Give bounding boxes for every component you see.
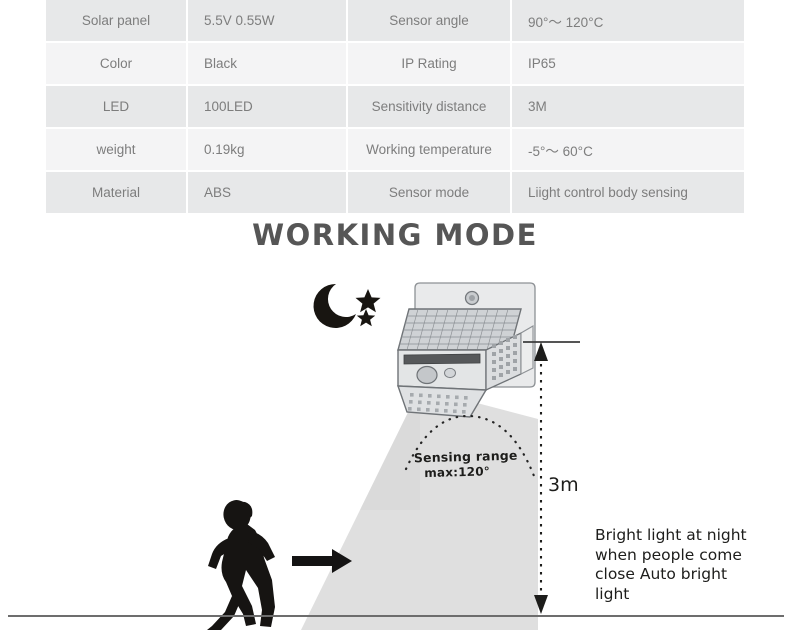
spec-value: 3M — [512, 86, 744, 129]
light-beam-cone — [301, 388, 538, 630]
table-row: weight 0.19kg Working temperature -5°〜 6… — [46, 129, 744, 172]
table-row: Color Black IP Rating IP65 — [46, 43, 744, 86]
spec-label: IP Rating — [348, 43, 512, 86]
table-row: Solar panel 5.5V 0.55W Sensor angle 90°〜… — [46, 0, 744, 43]
table-row: LED 100LED Sensitivity distance 3M — [46, 86, 744, 129]
spec-value: 0.19kg — [188, 129, 348, 172]
crescent-moon-icon — [313, 283, 356, 328]
table-row: Material ABS Sensor mode Liight control … — [46, 172, 744, 213]
spec-label: Working temperature — [348, 129, 512, 172]
page-title: WORKING MODE — [252, 218, 538, 252]
sensing-range-line1: Sensing range — [413, 447, 518, 466]
spec-value: ABS — [188, 172, 348, 213]
spec-label: Sensor mode — [348, 172, 512, 213]
working-mode-description: Bright light at night when people come c… — [595, 526, 747, 603]
spec-value: -5°〜 60°C — [512, 129, 744, 172]
spec-label: Color — [46, 43, 188, 86]
sensing-range-label: Sensing range max:120° — [414, 448, 519, 481]
running-person-icon — [207, 500, 275, 630]
specifications-table: Solar panel 5.5V 0.55W Sensor angle 90°〜… — [46, 0, 744, 213]
sensing-range-line2: max:120° — [424, 464, 491, 481]
spec-value: IP65 — [512, 43, 744, 86]
distance-label: 3m — [548, 474, 579, 496]
spec-label: Sensor angle — [348, 0, 512, 43]
spec-value: 100LED — [188, 86, 348, 129]
spec-label: weight — [46, 129, 188, 172]
spec-value: 5.5V 0.55W — [188, 0, 348, 43]
spec-label: Solar panel — [46, 0, 188, 43]
solar-wall-lamp-icon — [397, 282, 536, 418]
spec-label: Material — [46, 172, 188, 213]
star-icon — [355, 289, 381, 327]
spec-label: LED — [46, 86, 188, 129]
spec-label: Sensitivity distance — [348, 86, 512, 129]
spec-value: 90°〜 120°C — [512, 0, 744, 43]
spec-value: Black — [188, 43, 348, 86]
spec-value: Liight control body sensing — [512, 172, 744, 213]
